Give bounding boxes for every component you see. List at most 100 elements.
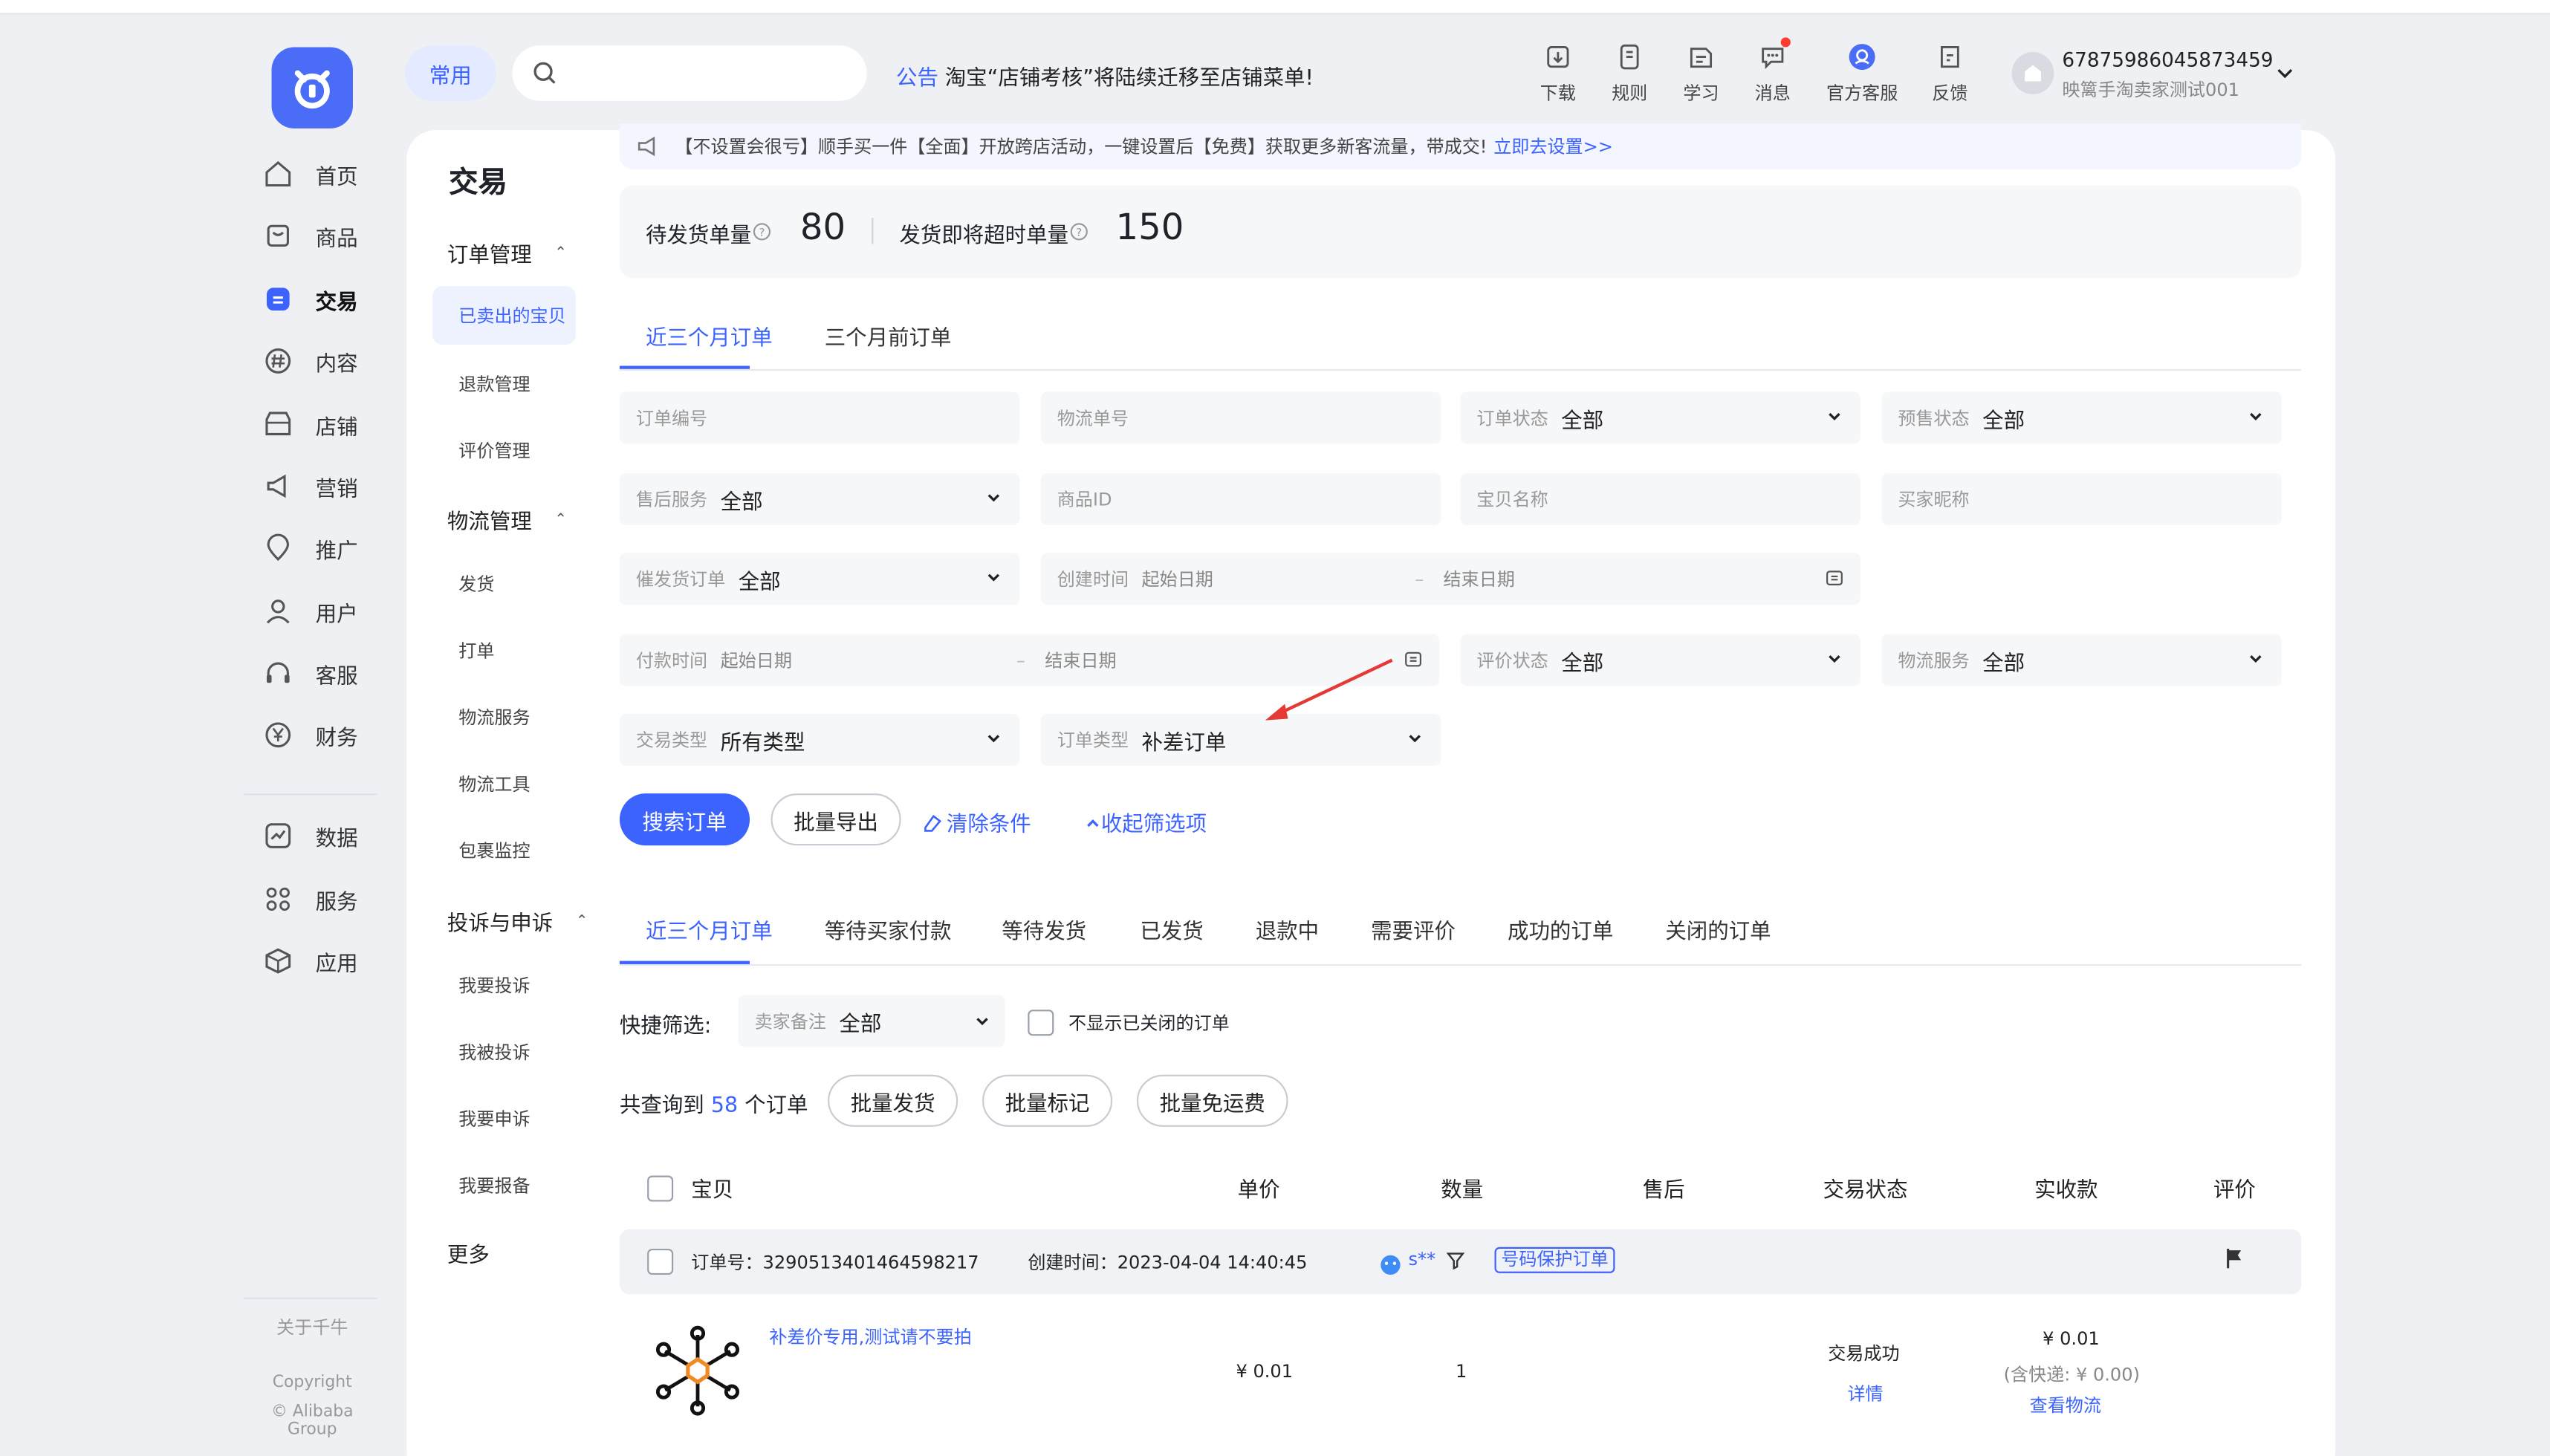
trade-type-select[interactable]: 交易类型 所有类型: [619, 713, 1020, 766]
toolbar-message[interactable]: 消息: [1755, 42, 1791, 105]
calendar-icon[interactable]: [1404, 649, 1423, 668]
subnav-item-ship[interactable]: 发货: [458, 571, 494, 597]
tab-status-closed[interactable]: 关闭的订单: [1665, 914, 1771, 945]
subnav-item-logistics-tool[interactable]: 物流工具: [458, 770, 530, 796]
sidebar-item-6[interactable]: 推广: [264, 525, 358, 571]
sidebar-item-4[interactable]: 店铺: [264, 402, 358, 447]
logistics-no-input[interactable]: 物流单号: [1040, 391, 1441, 444]
tab-older-orders[interactable]: 三个月前订单: [825, 320, 952, 351]
sidebar-item-1[interactable]: 商品: [264, 213, 358, 259]
urge-order-select[interactable]: 催发货订单 全部: [619, 553, 1020, 605]
buyer-nick[interactable]: s**: [1409, 1249, 1436, 1270]
common-pill[interactable]: 常用: [405, 45, 496, 101]
search-orders-button[interactable]: 搜索订单: [619, 793, 750, 846]
sidebar-item-3[interactable]: 内容: [264, 338, 358, 383]
wangwang-icon[interactable]: [1378, 1250, 1404, 1276]
subnav-group-logistics[interactable]: 物流管理 ⌃: [447, 504, 567, 535]
subnav-item-refund[interactable]: 退款管理: [458, 371, 530, 397]
bulk-export-button[interactable]: 批量导出: [770, 793, 901, 846]
hide-closed-checkbox[interactable]: [1028, 1010, 1054, 1036]
toolbar-support[interactable]: 官方客服: [1826, 42, 1898, 105]
aftersale-select[interactable]: 售后服务 全部: [619, 472, 1020, 525]
stats-divider: [872, 218, 874, 244]
seller-remark-select[interactable]: 卖家备注 全部: [738, 995, 1005, 1047]
order-checkbox[interactable]: [647, 1248, 674, 1275]
subnav-item-report[interactable]: 我要报备: [458, 1172, 530, 1198]
col-price: 单价: [1237, 1178, 1280, 1203]
sidebar-item-9[interactable]: 财务: [264, 712, 358, 758]
tab-status-need-review[interactable]: 需要评价: [1371, 914, 1456, 945]
store-avatar-icon: [2025, 65, 2041, 82]
subnav-group-complaints[interactable]: 投诉与申诉 ⌃: [447, 906, 588, 937]
rate-status-select[interactable]: 评价状态 全部: [1460, 634, 1860, 686]
calendar-icon[interactable]: [1825, 568, 1844, 587]
tab-status-recent[interactable]: 近三个月订单: [646, 914, 773, 945]
sidebar-item-10[interactable]: 数据: [264, 813, 358, 858]
help-icon[interactable]: ?: [753, 223, 771, 241]
end-date-placeholder[interactable]: 结束日期: [1045, 647, 1116, 673]
sidebar-item-label: 客服: [315, 664, 358, 689]
chevron-up-icon: ⌃: [554, 244, 567, 261]
sidebar-item-5[interactable]: 营销: [264, 464, 358, 509]
tab-status-shipped[interactable]: 已发货: [1140, 914, 1203, 945]
subnav-more[interactable]: 更多: [447, 1238, 490, 1268]
order-no-input[interactable]: 订单编号: [619, 391, 1020, 444]
bulk-mark-button[interactable]: 批量标记: [982, 1074, 1113, 1127]
order-status-select[interactable]: 订单状态 全部: [1460, 391, 1860, 444]
start-date-placeholder[interactable]: 起始日期: [721, 647, 792, 673]
sidebar-item-7[interactable]: 用户: [264, 588, 358, 634]
clear-conditions-link[interactable]: 清除条件: [922, 807, 1031, 837]
presale-status-select[interactable]: 预售状态 全部: [1881, 391, 2282, 444]
tab-status-refunding[interactable]: 退款中: [1256, 914, 1319, 945]
about-link[interactable]: 关于千牛: [244, 1314, 380, 1340]
tab-status-await-ship[interactable]: 等待发货: [1002, 914, 1086, 945]
subnav-group-orders[interactable]: 订单管理 ⌃: [447, 238, 567, 268]
subnav-item-complain[interactable]: 我要投诉: [458, 972, 530, 998]
product-title-link[interactable]: 补差价专用,测试请不要拍: [769, 1324, 972, 1350]
toolbar-feedback[interactable]: 反馈: [1932, 42, 1967, 105]
item-name-input[interactable]: 宝贝名称: [1460, 472, 1860, 525]
tab-status-success[interactable]: 成功的订单: [1508, 914, 1613, 945]
start-date-placeholder[interactable]: 起始日期: [1142, 566, 1213, 592]
select-all-checkbox[interactable]: [647, 1175, 674, 1202]
help-icon[interactable]: ?: [1070, 223, 1088, 241]
subnav-item-appeal[interactable]: 我要申诉: [458, 1105, 530, 1131]
search-input[interactable]: [512, 45, 867, 101]
subnav-item-print[interactable]: 打单: [458, 637, 494, 663]
flag-icon[interactable]: [2223, 1247, 2246, 1270]
created-time-range[interactable]: 创建时间 起始日期 – 结束日期: [1040, 553, 1860, 605]
subnav-item-package-monitor[interactable]: 包裹监控: [458, 837, 530, 863]
subnav-item-sold[interactable]: 已卖出的宝贝: [432, 286, 576, 345]
sidebar-item-2[interactable]: 交易: [264, 276, 358, 322]
trade-status: 交易成功: [1828, 1342, 1900, 1365]
product-thumbnail-icon[interactable]: [654, 1325, 742, 1417]
subnav-item-complained[interactable]: 我被投诉: [458, 1039, 530, 1065]
qianniu-logo[interactable]: [271, 47, 353, 129]
sidebar-item-11[interactable]: 服务: [264, 877, 358, 922]
toolbar-rules[interactable]: 规则: [1612, 42, 1647, 105]
toolbar-learn[interactable]: 学习: [1683, 42, 1719, 105]
filter-icon[interactable]: [1446, 1250, 1465, 1270]
toolbar-download[interactable]: 下载: [1540, 42, 1576, 105]
sidebar-item-0[interactable]: 首页: [264, 152, 358, 197]
bulk-free-shipping-button[interactable]: 批量免运费: [1136, 1074, 1288, 1127]
view-logistics-link[interactable]: 查看物流: [2030, 1392, 2101, 1418]
subnav-item-logistics-service[interactable]: 物流服务: [458, 704, 530, 730]
chevron-down-icon[interactable]: [2277, 67, 2293, 80]
logistics-service-select[interactable]: 物流服务 全部: [1881, 634, 2282, 686]
banner-link[interactable]: 立即去设置>>: [1493, 133, 1613, 159]
sidebar-item-8[interactable]: 客服: [264, 651, 358, 696]
order-detail-link[interactable]: 详情: [1847, 1380, 1883, 1406]
avatar[interactable]: [2011, 52, 2054, 94]
megaphone-icon: [267, 474, 286, 498]
subnav-item-review[interactable]: 评价管理: [458, 438, 530, 464]
announcement[interactable]: 公告 淘宝“店铺考核”将陆续迁移至店铺菜单!: [896, 60, 1314, 91]
product-id-input[interactable]: 商品ID: [1040, 472, 1441, 525]
tab-recent-3-months[interactable]: 近三个月订单: [646, 320, 773, 351]
collapse-filters-link[interactable]: 收起筛选项: [1085, 807, 1207, 837]
bulk-ship-button[interactable]: 批量发货: [828, 1074, 958, 1127]
tab-status-await-pay[interactable]: 等待买家付款: [825, 914, 952, 945]
sidebar-item-12[interactable]: 应用: [264, 938, 358, 984]
buyer-nick-input[interactable]: 买家昵称: [1881, 472, 2282, 525]
end-date-placeholder[interactable]: 结束日期: [1444, 566, 1515, 592]
